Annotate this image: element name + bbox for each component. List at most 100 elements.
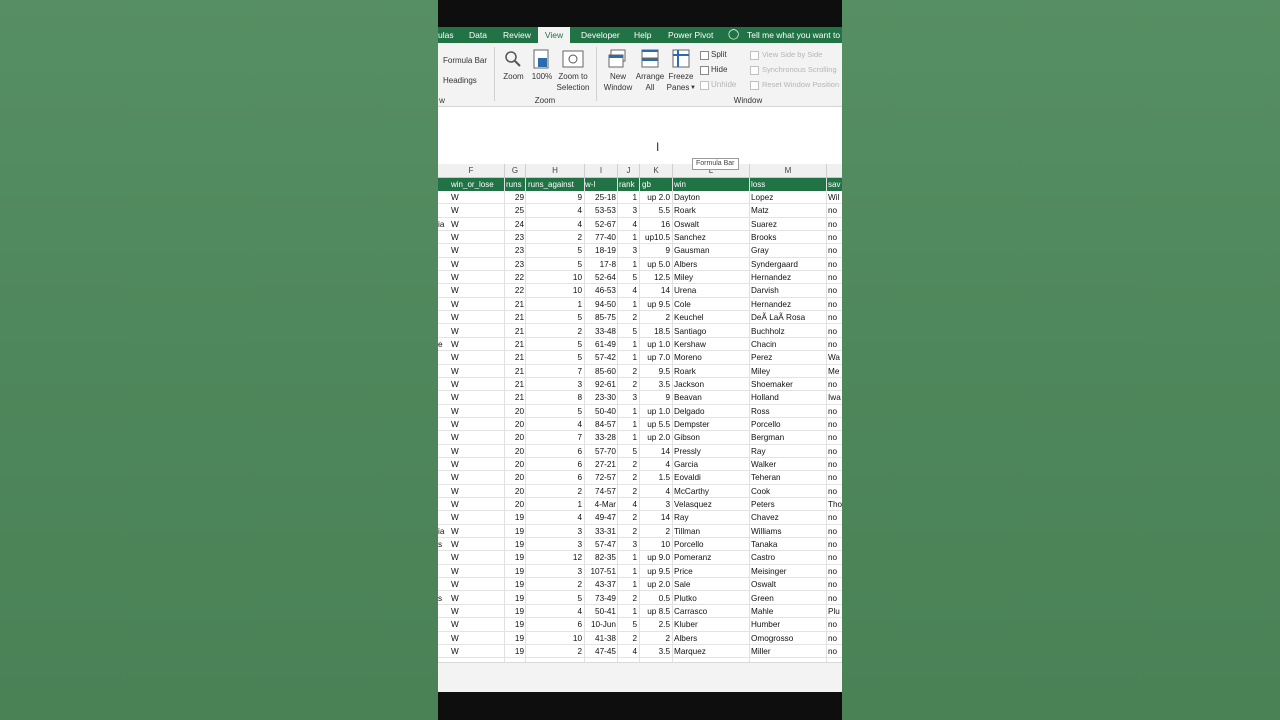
cell-prefix[interactable] (438, 258, 448, 271)
cell-rank[interactable]: 1 (619, 351, 637, 364)
header-gb[interactable]: gb (642, 178, 672, 191)
cell-loss[interactable]: Buchholz (751, 325, 825, 338)
cell-rank[interactable]: 1 (619, 418, 637, 431)
cell-win-or-lose[interactable]: W (451, 471, 471, 484)
cell-runs[interactable]: 29 (506, 191, 524, 204)
cell-runs[interactable]: 21 (506, 378, 524, 391)
cell-win[interactable]: Miley (674, 271, 748, 284)
cell-gb[interactable]: 3.5 (641, 645, 670, 658)
arrange-all-icon[interactable] (641, 49, 659, 68)
cell-loss[interactable]: Porcello (751, 418, 825, 431)
cell-w-l[interactable]: 94-50 (584, 298, 616, 311)
cell-w-l[interactable]: 41-38 (584, 632, 616, 645)
cell-gb[interactable]: up 2.0 (641, 578, 670, 591)
cell-win[interactable]: Roark (674, 365, 748, 378)
cell-win[interactable]: Ray (674, 511, 748, 524)
cell-runs[interactable]: 20 (506, 405, 524, 418)
cell-rank[interactable]: 1 (619, 551, 637, 564)
zoom-100-icon[interactable] (533, 49, 550, 69)
cell-save[interactable]: no (828, 338, 842, 351)
cell-save[interactable]: no (828, 431, 842, 444)
cell-win[interactable]: Gausman (674, 244, 748, 257)
cell-runs-against[interactable]: 4 (528, 204, 582, 217)
cell-prefix[interactable] (438, 578, 448, 591)
column-header-k[interactable]: K (640, 164, 673, 177)
reset-position-button[interactable]: Reset Window Position (762, 80, 839, 89)
cell-save[interactable]: no (828, 271, 842, 284)
cell-save[interactable]: no (828, 258, 842, 271)
cell-loss[interactable]: Chacin (751, 338, 825, 351)
cell-save[interactable]: no (828, 405, 842, 418)
cell-runs-against[interactable]: 5 (528, 405, 582, 418)
cell-save[interactable]: no (828, 284, 842, 297)
cell-save[interactable]: no (828, 525, 842, 538)
cell-runs-against[interactable]: 5 (528, 258, 582, 271)
cell-loss[interactable]: Castro (751, 551, 825, 564)
cell-win-or-lose[interactable]: W (451, 538, 471, 551)
cell-prefix[interactable] (438, 231, 448, 244)
cell-win[interactable]: Dayton (674, 191, 748, 204)
new-window-line1[interactable]: New (601, 72, 635, 82)
cell-save[interactable]: no (828, 511, 842, 524)
cell-gb[interactable]: 18.5 (641, 325, 670, 338)
tab-view[interactable]: View (538, 27, 570, 43)
cell-win[interactable]: Plutko (674, 592, 748, 605)
cell-runs-against[interactable]: 4 (528, 218, 582, 231)
cell-win-or-lose[interactable]: W (451, 632, 471, 645)
cell-rank[interactable]: 4 (619, 645, 637, 658)
cell-win[interactable]: Albers (674, 632, 748, 645)
cell-win[interactable]: Santiago (674, 325, 748, 338)
column-header-h[interactable]: H (526, 164, 585, 177)
cell-w-l[interactable]: 53-53 (584, 204, 616, 217)
cell-loss[interactable]: Matz (751, 204, 825, 217)
cell-runs-against[interactable]: 8 (528, 391, 582, 404)
cell-gb[interactable]: 1.5 (641, 471, 670, 484)
column-header-f[interactable]: F (438, 164, 505, 177)
cell-runs[interactable]: 19 (506, 565, 524, 578)
arrange-all-line2[interactable]: All (634, 83, 666, 93)
cell-win-or-lose[interactable]: W (451, 311, 471, 324)
cell-rank[interactable]: 2 (619, 458, 637, 471)
cell-save[interactable]: no (828, 471, 842, 484)
horizontal-scrollbar[interactable] (438, 662, 842, 693)
cell-runs-against[interactable]: 9 (528, 191, 582, 204)
cell-loss[interactable]: Gray (751, 244, 825, 257)
cell-save[interactable]: no (828, 311, 842, 324)
cell-win[interactable]: Sale (674, 578, 748, 591)
cell-win[interactable]: Gibson (674, 431, 748, 444)
cell-rank[interactable]: 2 (619, 632, 637, 645)
cell-runs[interactable]: 22 (506, 271, 524, 284)
cell-rank[interactable]: 3 (619, 391, 637, 404)
cell-runs-against[interactable]: 3 (528, 565, 582, 578)
cell-gb[interactable]: 3.5 (641, 378, 670, 391)
cell-win[interactable]: Keuchel (674, 311, 748, 324)
cell-win-or-lose[interactable]: W (451, 244, 471, 257)
freeze-panes-icon[interactable] (672, 49, 690, 68)
cell-runs-against[interactable]: 5 (528, 592, 582, 605)
cell-w-l[interactable]: 52-67 (584, 218, 616, 231)
cell-prefix[interactable]: s (438, 592, 448, 605)
cell-win[interactable]: Kluber (674, 618, 748, 631)
tab-developer[interactable]: Developer (581, 27, 621, 43)
cell-win[interactable]: Roark (674, 204, 748, 217)
cell-runs-against[interactable]: 10 (528, 271, 582, 284)
cell-win[interactable]: Price (674, 565, 748, 578)
cell-runs[interactable]: 19 (506, 618, 524, 631)
cell-loss[interactable]: Hernandez (751, 271, 825, 284)
cell-runs[interactable]: 20 (506, 431, 524, 444)
cell-save[interactable]: no (828, 538, 842, 551)
cell-loss[interactable]: Hernandez (751, 298, 825, 311)
cell-w-l[interactable]: 107-51 (584, 565, 617, 578)
cell-win[interactable]: Sanchez (674, 231, 748, 244)
cell-save[interactable]: Iwa (828, 391, 842, 404)
cell-w-l[interactable]: 50-40 (584, 405, 616, 418)
cell-loss[interactable]: Darvish (751, 284, 825, 297)
hide-button[interactable]: Hide (711, 65, 727, 74)
cell-gb[interactable]: 14 (641, 284, 670, 297)
cell-prefix[interactable]: ia (438, 218, 448, 231)
cell-win-or-lose[interactable]: W (451, 458, 471, 471)
cell-runs[interactable]: 23 (506, 244, 524, 257)
header-loss[interactable]: loss (751, 178, 826, 191)
cell-rank[interactable]: 2 (619, 311, 637, 324)
hide-icon[interactable] (700, 66, 709, 75)
